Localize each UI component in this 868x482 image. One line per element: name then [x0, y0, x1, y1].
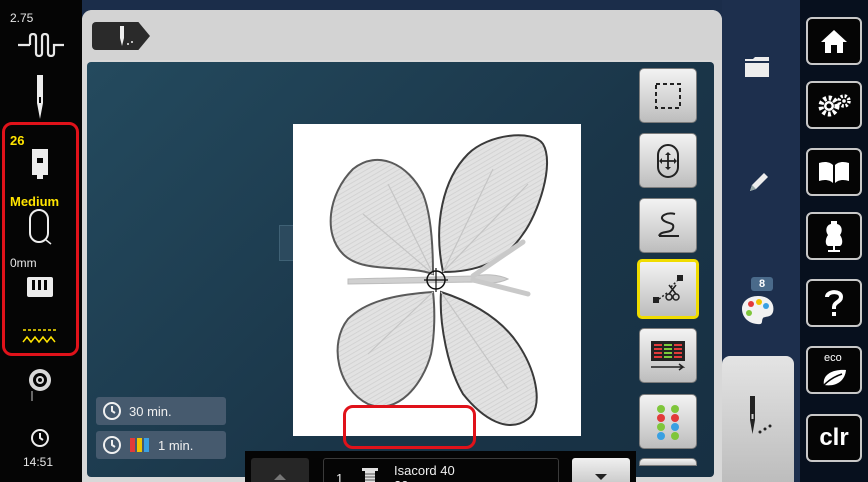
- eco-icon: [823, 369, 846, 386]
- thread-color-bar: 1 Isacord 40 20: [245, 451, 636, 482]
- cut-connections-button[interactable]: [637, 259, 699, 319]
- thread-tension-icon[interactable]: [18, 32, 64, 58]
- manual-icon: [819, 161, 849, 183]
- color-time-pill: 1 min.: [96, 431, 226, 459]
- clear-label: clr: [819, 424, 849, 451]
- thread-color-index: 1: [336, 471, 344, 482]
- thread-path-icon: [658, 212, 679, 237]
- settings-button[interactable]: [806, 81, 862, 129]
- consultant-button[interactable]: [806, 212, 862, 260]
- embroider-mode-button[interactable]: [722, 356, 794, 482]
- tutorial-button[interactable]: [806, 148, 862, 196]
- dress-form-icon: [825, 221, 843, 252]
- color-palette-icon[interactable]: [740, 294, 776, 326]
- needle-stitch-icon: [750, 396, 772, 434]
- color-sequence-button[interactable]: [639, 328, 697, 383]
- move-hoop-button[interactable]: [639, 133, 697, 188]
- home-button[interactable]: [806, 17, 862, 65]
- embroidery-hoop[interactable]: [293, 124, 581, 436]
- thread-brand: Isacord 40: [394, 463, 455, 478]
- color-dots-icon: [657, 404, 679, 440]
- clock-time: 14:51: [23, 455, 54, 469]
- presser-foot-number: 26: [10, 133, 25, 148]
- stitch-zigzag-icon: [22, 326, 58, 346]
- pencil-icon[interactable]: [747, 170, 771, 194]
- tool-button-partial[interactable]: [639, 458, 697, 466]
- clock-icon: [103, 402, 121, 420]
- system-menu: eco clr: [800, 0, 868, 482]
- color-count-badge: 8: [751, 277, 773, 291]
- eco-label: eco: [824, 352, 842, 364]
- clear-button[interactable]: clr: [806, 414, 862, 462]
- settings-icon: [818, 94, 851, 117]
- presser-foot-icon[interactable]: [29, 149, 51, 179]
- status-sidebar: 2.75 26 Medium 0mm 14:51: [0, 0, 82, 482]
- butterfly-design[interactable]: [293, 124, 581, 436]
- stitch-preview-tab[interactable]: [92, 22, 150, 50]
- move-hoop-icon: [657, 143, 679, 178]
- embroidery-screen: 2.75 26 Medium 0mm 14:51 30 min. 1 min. …: [0, 0, 868, 482]
- thread-color-number: 20: [394, 478, 408, 482]
- feed-dog-icon[interactable]: [26, 276, 54, 298]
- thread-info-box[interactable]: 1 Isacord 40 20: [323, 458, 559, 482]
- bobbin-icon[interactable]: [26, 367, 54, 403]
- highlight-frame-thread: [343, 405, 476, 449]
- color-selection-button[interactable]: [639, 394, 697, 449]
- help-icon: [825, 290, 844, 316]
- folder-icon[interactable]: [744, 56, 770, 78]
- total-embroidery-time: 30 min.: [129, 403, 172, 419]
- home-icon: [821, 30, 847, 53]
- spool-icon: [361, 467, 379, 482]
- color-bars-icon: [130, 438, 149, 452]
- color-embroidery-time: 1 min.: [158, 437, 194, 453]
- presser-foot-pressure: Medium: [10, 194, 60, 209]
- thread-path-button[interactable]: [639, 198, 697, 253]
- clock-icon: [103, 436, 121, 454]
- next-color-button[interactable]: [572, 458, 630, 482]
- cut-connections-icon: [653, 275, 683, 303]
- frame-select-icon: [655, 82, 681, 109]
- feed-dog-height: 0mm: [10, 256, 37, 270]
- function-column: 8: [722, 0, 800, 482]
- embroidery-workspace[interactable]: 30 min. 1 min. 1 Isacord 40 20: [87, 62, 714, 482]
- select-area-button[interactable]: [639, 68, 697, 123]
- pressure-oval-icon[interactable]: [27, 208, 53, 246]
- color-count-value: 8: [758, 278, 766, 290]
- arrow-up-icon: [274, 474, 286, 480]
- needle-icon[interactable]: [31, 73, 49, 121]
- thread-tension-value: 2.75: [10, 11, 34, 25]
- needle-stitch-icon: [120, 26, 133, 46]
- arrow-down-icon: [595, 474, 607, 480]
- previous-color-button[interactable]: [251, 458, 309, 482]
- clock-icon: [30, 428, 50, 448]
- embroidery-edit-panel: 30 min. 1 min. 1 Isacord 40 20: [82, 10, 722, 482]
- color-sequence-icon: [651, 340, 686, 371]
- help-button[interactable]: [806, 279, 862, 327]
- panel-header: [82, 10, 722, 60]
- eco-button[interactable]: eco: [806, 346, 862, 394]
- total-time-pill: 30 min.: [96, 397, 226, 425]
